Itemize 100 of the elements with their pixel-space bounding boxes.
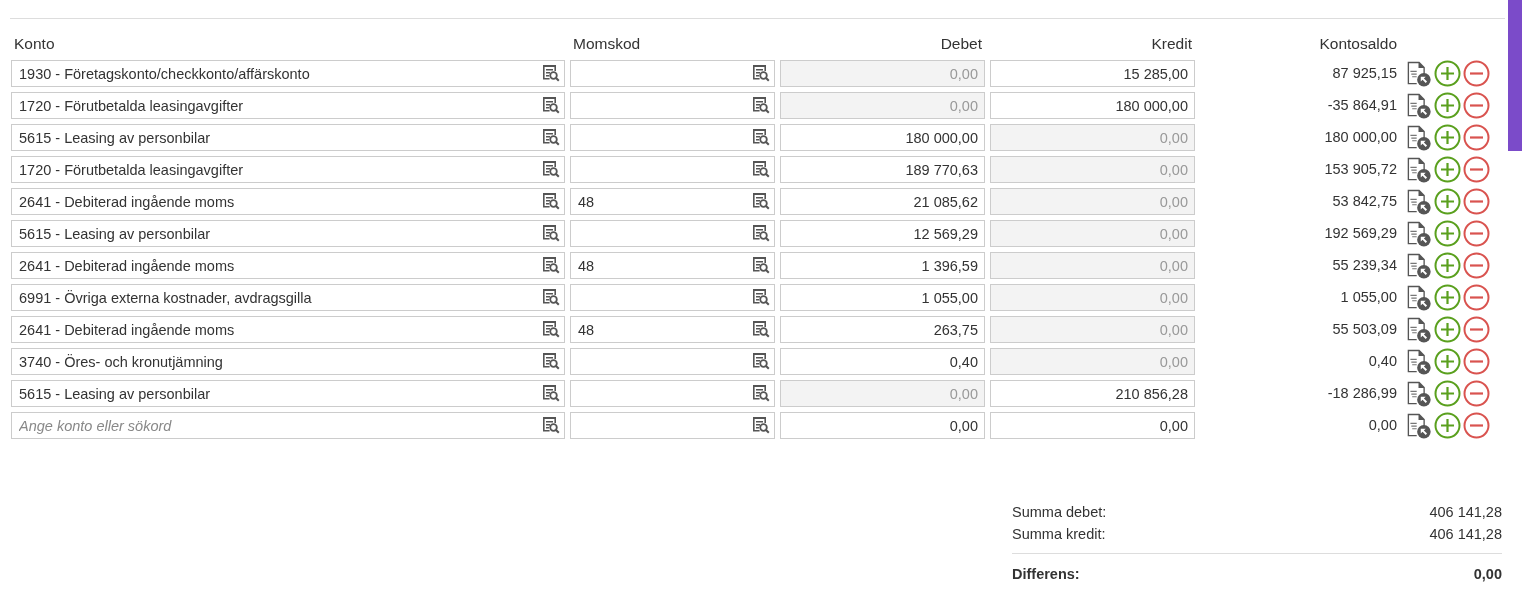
remove-row-icon[interactable] <box>1463 252 1490 279</box>
credit-field[interactable]: 210 856,28 <box>990 380 1195 407</box>
vat-code-field[interactable]: 48 <box>570 252 775 279</box>
document-pointer-icon[interactable] <box>1405 92 1432 119</box>
document-pointer-icon[interactable] <box>1405 124 1432 151</box>
lookup-icon[interactable] <box>541 256 560 274</box>
lookup-icon[interactable] <box>751 288 770 306</box>
remove-row-icon[interactable] <box>1463 92 1490 119</box>
remove-row-icon[interactable] <box>1463 284 1490 311</box>
lookup-icon[interactable] <box>751 160 770 178</box>
add-row-icon[interactable] <box>1434 60 1461 87</box>
document-pointer-icon[interactable] <box>1405 380 1432 407</box>
lookup-icon[interactable] <box>751 192 770 210</box>
lookup-icon[interactable] <box>751 128 770 146</box>
lookup-icon[interactable] <box>541 192 560 210</box>
vat-code-field[interactable] <box>570 92 775 119</box>
vat-code-field[interactable]: 48 <box>570 316 775 343</box>
debit-field[interactable]: 0,40 <box>780 348 985 375</box>
lookup-icon[interactable] <box>751 416 770 434</box>
total-value: 406 141,28 <box>1429 503 1502 522</box>
debit-field[interactable]: 180 000,00 <box>780 124 985 151</box>
document-pointer-icon[interactable] <box>1405 60 1432 87</box>
document-pointer-icon[interactable] <box>1405 156 1432 183</box>
add-row-icon[interactable] <box>1434 412 1461 439</box>
account-field[interactable]: 6991 - Övriga externa kostnader, avdragsgilla <box>11 284 565 311</box>
debit-field[interactable]: 189 770,63 <box>780 156 985 183</box>
vat-code-field[interactable] <box>570 156 775 183</box>
debit-field[interactable]: 0,00 <box>780 412 985 439</box>
lookup-icon[interactable] <box>541 224 560 242</box>
vat-code-field[interactable] <box>570 348 775 375</box>
document-pointer-icon[interactable] <box>1405 412 1432 439</box>
add-row-icon[interactable] <box>1434 316 1461 343</box>
credit-field[interactable]: 0,00 <box>990 412 1195 439</box>
lookup-icon[interactable] <box>541 160 560 178</box>
account-field[interactable]: Ange konto eller sökord <box>11 412 565 439</box>
vat-code-field[interactable] <box>570 220 775 247</box>
debit-field[interactable]: 21 085,62 <box>780 188 985 215</box>
account-field[interactable]: 1720 - Förutbetalda leasingavgifter <box>11 156 565 183</box>
document-pointer-icon[interactable] <box>1405 316 1432 343</box>
lookup-icon[interactable] <box>541 64 560 82</box>
vat-code-field[interactable] <box>570 124 775 151</box>
lookup-icon[interactable] <box>751 352 770 370</box>
account-field[interactable]: 5615 - Leasing av personbilar <box>11 380 565 407</box>
account-field[interactable]: 1930 - Företagskonto/checkkonto/affärskonto <box>11 60 565 87</box>
account-field[interactable]: 2641 - Debiterad ingående moms <box>11 316 565 343</box>
lookup-icon[interactable] <box>541 416 560 434</box>
lookup-icon[interactable] <box>751 256 770 274</box>
add-row-icon[interactable] <box>1434 348 1461 375</box>
lookup-icon[interactable] <box>751 384 770 402</box>
account-balance: -18 286,99 <box>1326 383 1398 403</box>
add-row-icon[interactable] <box>1434 380 1461 407</box>
add-row-icon[interactable] <box>1434 220 1461 247</box>
debit-field[interactable]: 1 396,59 <box>780 252 985 279</box>
vat-code-field[interactable] <box>570 60 775 87</box>
account-field[interactable]: 3740 - Öres- och kronutjämning <box>11 348 565 375</box>
lookup-icon[interactable] <box>751 224 770 242</box>
lookup-icon[interactable] <box>541 384 560 402</box>
lookup-icon[interactable] <box>541 352 560 370</box>
vat-code-field[interactable] <box>570 380 775 407</box>
account-field[interactable]: 5615 - Leasing av personbilar <box>11 124 565 151</box>
lookup-icon[interactable] <box>751 96 770 114</box>
add-row-icon[interactable] <box>1434 92 1461 119</box>
remove-row-icon[interactable] <box>1463 412 1490 439</box>
lookup-icon[interactable] <box>751 320 770 338</box>
account-field[interactable]: 2641 - Debiterad ingående moms <box>11 252 565 279</box>
remove-row-icon[interactable] <box>1463 220 1490 247</box>
remove-row-icon[interactable] <box>1463 124 1490 151</box>
total-value: 406 141,28 <box>1429 525 1502 544</box>
lookup-icon[interactable] <box>541 320 560 338</box>
vat-code-field[interactable]: 48 <box>570 188 775 215</box>
vat-code-field[interactable] <box>570 412 775 439</box>
credit-field[interactable]: 180 000,00 <box>990 92 1195 119</box>
credit-field[interactable]: 15 285,00 <box>990 60 1195 87</box>
add-row-icon[interactable] <box>1434 124 1461 151</box>
lookup-icon[interactable] <box>541 288 560 306</box>
document-pointer-icon[interactable] <box>1405 188 1432 215</box>
remove-row-icon[interactable] <box>1463 348 1490 375</box>
debit-field[interactable]: 1 055,00 <box>780 284 985 311</box>
account-field[interactable]: 5615 - Leasing av personbilar <box>11 220 565 247</box>
remove-row-icon[interactable] <box>1463 380 1490 407</box>
document-pointer-icon[interactable] <box>1405 348 1432 375</box>
account-field[interactable]: 2641 - Debiterad ingående moms <box>11 188 565 215</box>
debit-field[interactable]: 263,75 <box>780 316 985 343</box>
add-row-icon[interactable] <box>1434 156 1461 183</box>
document-pointer-icon[interactable] <box>1405 284 1432 311</box>
document-pointer-icon[interactable] <box>1405 220 1432 247</box>
remove-row-icon[interactable] <box>1463 188 1490 215</box>
vat-code-field[interactable] <box>570 284 775 311</box>
debit-field[interactable]: 12 569,29 <box>780 220 985 247</box>
add-row-icon[interactable] <box>1434 188 1461 215</box>
lookup-icon[interactable] <box>541 128 560 146</box>
remove-row-icon[interactable] <box>1463 316 1490 343</box>
remove-row-icon[interactable] <box>1463 156 1490 183</box>
remove-row-icon[interactable] <box>1463 60 1490 87</box>
document-pointer-icon[interactable] <box>1405 252 1432 279</box>
lookup-icon[interactable] <box>541 96 560 114</box>
add-row-icon[interactable] <box>1434 284 1461 311</box>
lookup-icon[interactable] <box>751 64 770 82</box>
account-field[interactable]: 1720 - Förutbetalda leasingavgifter <box>11 92 565 119</box>
add-row-icon[interactable] <box>1434 252 1461 279</box>
